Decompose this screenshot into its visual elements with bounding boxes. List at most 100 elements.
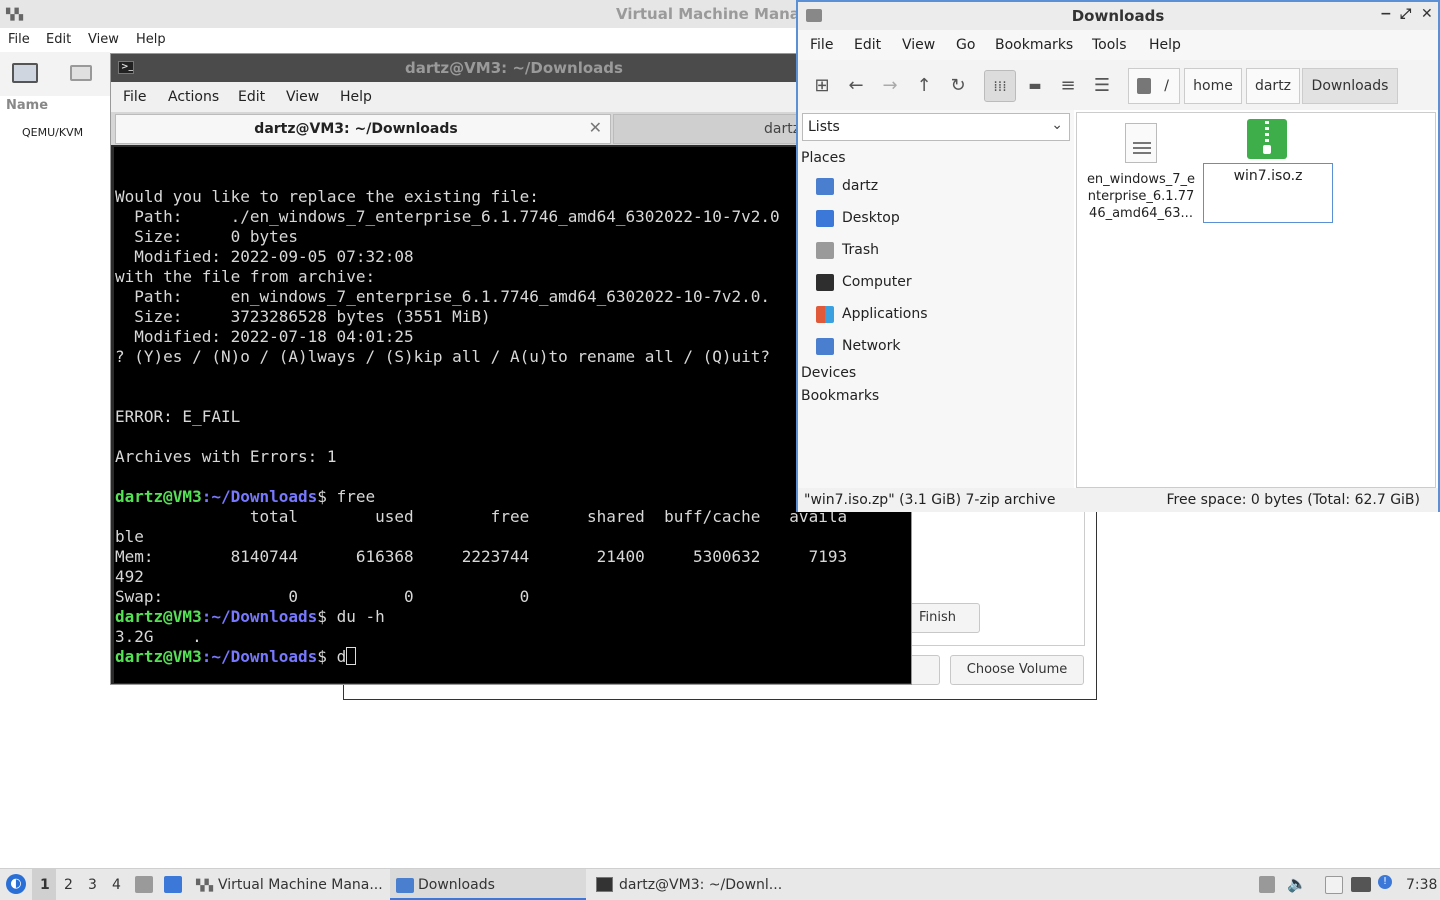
prompt-symbol: $ <box>317 487 337 506</box>
bookmarks-header[interactable]: Bookmarks <box>801 388 879 404</box>
terminal-line: Size: 3723286528 bytes (3551 MiB) <box>115 307 491 326</box>
breadcrumb-dartz[interactable]: dartz <box>1246 68 1300 104</box>
vmm-menu-edit[interactable]: Edit <box>46 32 71 47</box>
applications-icon <box>816 306 834 323</box>
notification-icon[interactable]: ! <box>1378 875 1392 889</box>
vmm-menu-file[interactable]: File <box>8 32 30 47</box>
terminal-line: with the file from archive: <box>115 267 376 286</box>
devices-header[interactable]: Devices <box>801 365 856 381</box>
side-pane-mode-select[interactable]: Lists ⌄ <box>802 113 1070 141</box>
vmm-connection-row[interactable]: QEMU/KVM <box>22 126 83 139</box>
workspace-4[interactable]: 4 <box>112 877 121 893</box>
terminal-line: 492 <box>115 567 144 586</box>
task-terminal[interactable]: dartz@VM3: ~/Downl... <box>590 869 790 900</box>
finish-button[interactable]: Finish <box>906 603 980 633</box>
terminal-tab-active[interactable]: dartz@VM3: ~/Downloads ✕ <box>115 114 611 144</box>
breadcrumb-root-label: / <box>1164 78 1169 94</box>
fm-menu-file[interactable]: File <box>810 37 833 53</box>
back-icon[interactable]: ← <box>844 74 868 98</box>
vmm-menu-help[interactable]: Help <box>136 32 166 47</box>
terminal-line: ble <box>115 527 144 546</box>
status-free-space: Free space: 0 bytes (Total: 62.7 GiB) <box>1166 492 1420 508</box>
command-input[interactable]: d <box>337 647 347 666</box>
icon-view-icon[interactable]: ⁞⁞⁞ <box>984 70 1016 102</box>
column-name-label: Name <box>6 98 49 113</box>
workspace-1[interactable]: 1 <box>40 877 50 893</box>
volume-icon[interactable]: 🔈 <box>1287 874 1307 893</box>
terminal-line: 3.2G . <box>115 627 202 646</box>
new-vm-icon[interactable] <box>12 63 38 83</box>
network-icon[interactable] <box>1351 877 1371 892</box>
file-item-iso[interactable]: en_windows_7_e nterprise_6.1.77 46_amd64… <box>1081 119 1201 229</box>
reload-icon[interactable]: ↻ <box>946 74 970 98</box>
vmm-menu-view[interactable]: View <box>88 32 119 47</box>
new-tab-icon[interactable]: ⊞ <box>810 74 834 98</box>
terminal-title: dartz@VM3: ~/Downloads <box>405 59 623 77</box>
forward-icon[interactable]: → <box>878 74 902 98</box>
fm-menu-view[interactable]: View <box>902 37 935 53</box>
terminal-menu-file[interactable]: File <box>123 89 146 105</box>
prompt-user: dartz@VM3 <box>115 607 202 626</box>
vmm-title: Virtual Machine Mana <box>616 5 800 23</box>
fm-menu-bookmarks[interactable]: Bookmarks <box>995 37 1073 53</box>
terminal-menu-actions[interactable]: Actions <box>168 89 219 105</box>
maximize-icon[interactable]: ⤢ <box>1400 6 1411 22</box>
open-console-icon[interactable] <box>70 65 92 81</box>
terminal-output[interactable]: Would you like to replace the existing f… <box>114 147 911 683</box>
terminal-tabbar: dartz@VM3: ~/Downloads ✕ dartz <box>111 112 913 145</box>
terminal-menu-edit[interactable]: Edit <box>238 89 265 105</box>
text-cursor <box>346 647 357 665</box>
terminal-menu-view[interactable]: View <box>286 89 319 105</box>
breadcrumb-root[interactable]: / <box>1128 68 1180 104</box>
desktop-launcher-icon[interactable] <box>164 876 182 893</box>
place-label: Computer <box>842 274 912 290</box>
close-icon[interactable]: ✕ <box>1421 6 1433 22</box>
file-item-zip-selected[interactable]: win7.iso.z <box>1203 163 1333 223</box>
terminal-line: ERROR: E_FAIL <box>115 407 241 426</box>
terminal-line: Modified: 2022-09-05 07:32:08 <box>115 247 414 266</box>
workspace-3[interactable]: 3 <box>88 877 97 893</box>
place-label: dartz <box>842 178 879 194</box>
minimize-icon[interactable]: − <box>1380 6 1392 22</box>
breadcrumb-downloads[interactable]: Downloads <box>1302 68 1398 104</box>
vmm-column-header[interactable]: Name <box>0 96 110 118</box>
terminal-line: Path: en_windows_7_enterprise_6.1.7746_a… <box>115 287 771 306</box>
terminal-line: ? (Y)es / (N)o / (A)lways / (S)kip all /… <box>115 347 771 366</box>
fm-menu-tools[interactable]: Tools <box>1092 37 1127 53</box>
task-downloads[interactable]: Downloads <box>390 869 586 900</box>
clock[interactable]: 7:38 <box>1406 877 1437 893</box>
task-vmm[interactable]: ▚▚ Virtual Machine Mana... <box>190 869 386 900</box>
network-folder-icon <box>816 338 834 355</box>
up-icon[interactable]: ↑ <box>912 74 936 98</box>
fm-file-pane[interactable]: en_windows_7_e nterprise_6.1.77 46_amd64… <box>1076 112 1436 488</box>
choose-volume-button[interactable]: Choose Volume <box>950 655 1084 685</box>
vmm-app-icon: ▚▚ <box>6 8 23 21</box>
clipboard-icon[interactable] <box>1325 876 1343 894</box>
vmm-titlebar[interactable]: ▚▚ Virtual Machine Mana <box>0 0 800 28</box>
workspace-2[interactable]: 2 <box>64 877 73 893</box>
file-name-line: 46_amd64_63... <box>1089 206 1193 221</box>
prompt-user: dartz@VM3 <box>115 647 202 666</box>
compact-view-icon[interactable]: ≡ <box>1056 74 1080 98</box>
file-name-line: en_windows_7_e <box>1086 172 1196 187</box>
terminal-menu-help[interactable]: Help <box>340 89 372 105</box>
file-manager-launcher-icon[interactable] <box>135 876 153 893</box>
thumbnail-view-icon[interactable]: ▬ <box>1023 74 1047 98</box>
close-tab-icon[interactable]: ✕ <box>589 118 602 137</box>
fm-menu-go[interactable]: Go <box>956 37 975 53</box>
breadcrumb-home[interactable]: home <box>1184 68 1242 104</box>
fm-menu-help[interactable]: Help <box>1149 37 1181 53</box>
prompt-symbol: $ <box>317 607 337 626</box>
fm-statusbar: "win7.iso.zp" (3.1 GiB) 7-zip archive Fr… <box>798 488 1438 512</box>
terminal-line: Swap: 0 0 0 <box>115 587 530 606</box>
terminal-line: Size: 0 bytes <box>115 227 299 246</box>
fm-menu-edit[interactable]: Edit <box>854 37 881 53</box>
fm-titlebar[interactable]: Downloads − ⤢ ✕ <box>798 2 1438 30</box>
start-menu-icon[interactable]: ◐ <box>6 874 26 894</box>
terminal-titlebar[interactable]: >_ dartz@VM3: ~/Downloads <box>111 54 911 82</box>
terminal-line: Modified: 2022-07-18 04:01:25 <box>115 327 414 346</box>
detailed-view-icon[interactable]: ☰ <box>1090 74 1114 98</box>
archive-icon[interactable] <box>1247 119 1287 159</box>
battery-icon[interactable] <box>1259 876 1275 893</box>
place-label: Desktop <box>842 210 900 226</box>
